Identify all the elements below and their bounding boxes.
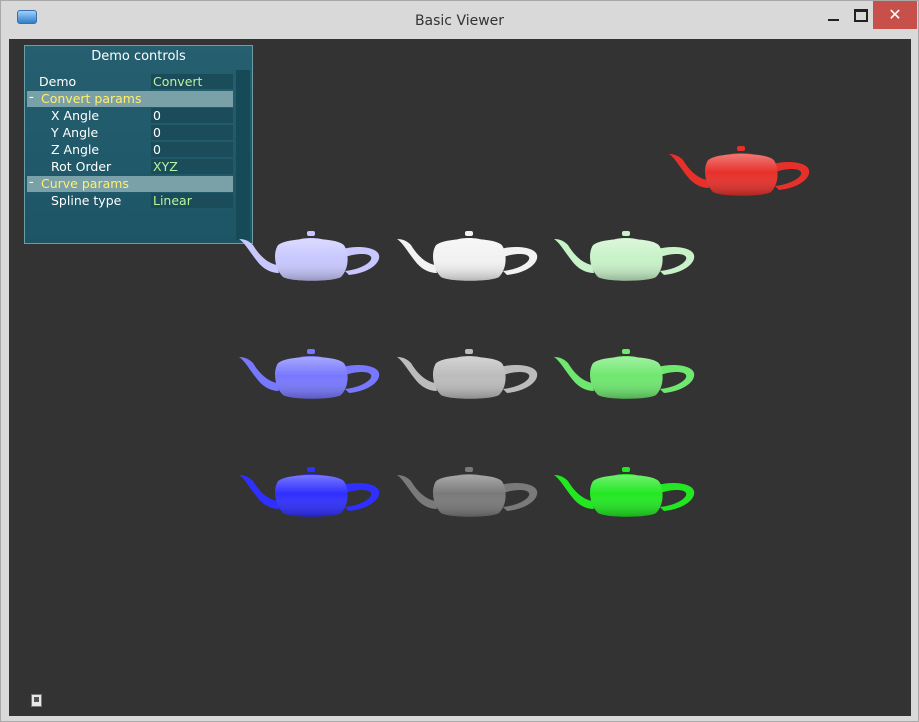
teapot-light-gray[interactable] xyxy=(395,347,541,405)
title-bar[interactable]: Basic Viewer ✕ xyxy=(1,1,918,39)
row-label: Rot Order xyxy=(51,159,112,174)
3d-viewport[interactable]: Demo controls Demo Convert - Convert par… xyxy=(9,39,911,716)
teapot-dark-gray[interactable] xyxy=(395,465,541,523)
group-convert-params[interactable]: - Convert params xyxy=(27,90,233,107)
row-x-angle: X Angle 0 xyxy=(27,108,233,124)
row-label: Spline type xyxy=(51,193,122,208)
y-angle-value[interactable]: 0 xyxy=(151,125,233,140)
group-label: Curve params xyxy=(41,176,129,191)
close-button[interactable]: ✕ xyxy=(873,1,917,29)
row-y-angle: Y Angle 0 xyxy=(27,125,233,141)
teapot-blue[interactable] xyxy=(237,465,383,523)
z-angle-value[interactable]: 0 xyxy=(151,142,233,157)
row-z-angle: Z Angle 0 xyxy=(27,142,233,158)
teapot-red[interactable] xyxy=(667,144,813,202)
demo-value[interactable]: Convert xyxy=(151,74,233,89)
minimize-button[interactable] xyxy=(821,1,847,29)
panel-scrollbar[interactable] xyxy=(236,70,250,240)
status-icon[interactable] xyxy=(31,694,42,707)
row-label: X Angle xyxy=(51,108,100,123)
row-rot-order: Rot Order XYZ xyxy=(27,159,233,175)
row-spline-type: Spline type Linear xyxy=(27,193,233,209)
row-label: Z Angle xyxy=(51,142,100,157)
group-label: Convert params xyxy=(41,91,142,106)
group-curve-params[interactable]: - Curve params xyxy=(27,175,233,192)
x-angle-value[interactable]: 0 xyxy=(151,108,233,123)
panel-title: Demo controls xyxy=(91,49,186,64)
teapot-green[interactable] xyxy=(552,465,698,523)
teapot-white[interactable] xyxy=(395,229,541,287)
teapot-light-green[interactable] xyxy=(552,229,698,287)
window: Basic Viewer ✕ Demo controls Demo Conver… xyxy=(0,0,919,722)
window-title: Basic Viewer xyxy=(414,13,505,29)
teapot-light-blue[interactable] xyxy=(237,229,383,287)
maximize-button[interactable] xyxy=(848,1,872,29)
close-icon: ✕ xyxy=(888,5,902,24)
rot-order-value[interactable]: XYZ xyxy=(151,159,233,174)
collapse-icon[interactable]: - xyxy=(29,175,34,190)
row-label: Demo xyxy=(39,74,77,89)
teapot-mid-green[interactable] xyxy=(552,347,698,405)
row-demo: Demo Convert xyxy=(27,74,233,90)
collapse-icon[interactable]: - xyxy=(29,90,34,105)
demo-controls-panel: Demo controls Demo Convert - Convert par… xyxy=(24,45,253,244)
teapot-mid-blue[interactable] xyxy=(237,347,383,405)
row-label: Y Angle xyxy=(51,125,99,140)
spline-type-value[interactable]: Linear xyxy=(151,193,233,208)
